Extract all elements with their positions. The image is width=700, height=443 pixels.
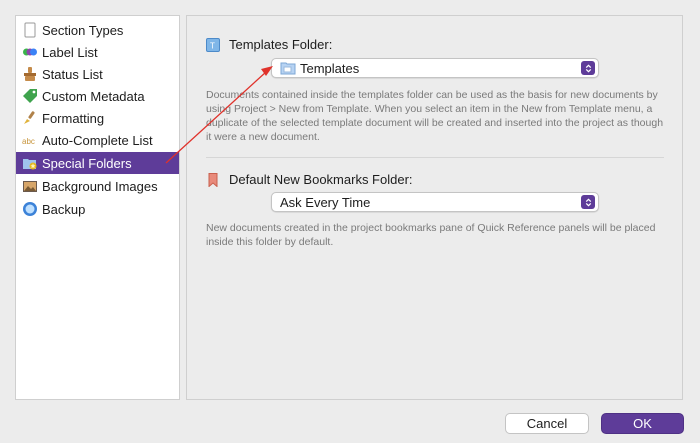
sidebar-item-custom-metadata[interactable]: Custom Metadata [16, 85, 179, 107]
background-images-icon [22, 178, 38, 194]
sidebar-item-auto-complete-list[interactable]: abc Auto-Complete List [16, 129, 179, 151]
sidebar-item-formatting[interactable]: Formatting [16, 107, 179, 129]
bookmarks-folder-description: New documents created in the project boo… [206, 222, 656, 248]
special-folders-icon [22, 155, 38, 171]
cancel-button[interactable]: Cancel [505, 413, 589, 434]
bookmarks-folder-value: Ask Every Time [280, 194, 371, 210]
sidebar-item-label: Label List [42, 44, 98, 60]
svg-text:abc: abc [22, 137, 35, 146]
sidebar-item-label: Formatting [42, 110, 105, 126]
chevron-updown-icon [581, 195, 595, 209]
bookmark-icon [206, 172, 220, 188]
sidebar-item-label: Backup [42, 201, 86, 217]
bookmarks-folder-header: Default New Bookmarks Folder: [206, 172, 413, 188]
label-list-icon [22, 44, 38, 60]
sidebar-item-backup[interactable]: Backup [16, 198, 179, 220]
backup-icon [22, 201, 38, 217]
svg-text:T: T [210, 41, 215, 50]
sidebar: Section Types Label List Status List Cus… [15, 15, 180, 400]
status-list-icon [22, 66, 38, 82]
ok-button[interactable]: OK [601, 413, 684, 434]
sidebar-item-label: Section Types [42, 22, 124, 38]
abc-icon: abc [22, 132, 38, 148]
section-divider [206, 157, 664, 158]
custom-metadata-icon [22, 88, 38, 104]
sidebar-item-section-types[interactable]: Section Types [16, 19, 179, 41]
special-folders-panel: T Templates Folder: Templates Documents … [186, 15, 683, 400]
bookmarks-folder-label: Default New Bookmarks Folder: [229, 172, 413, 187]
bookmarks-folder-popup[interactable]: Ask Every Time [271, 192, 599, 212]
sidebar-item-label: Auto-Complete List [42, 132, 153, 148]
sidebar-item-label: Background Images [42, 178, 158, 194]
templates-folder-popup[interactable]: Templates [271, 58, 599, 78]
sidebar-item-background-images[interactable]: Background Images [16, 175, 179, 197]
templates-folder-description: Documents contained inside the templates… [206, 89, 664, 143]
sidebar-item-label: Status List [42, 66, 103, 82]
sidebar-item-label-list[interactable]: Label List [16, 41, 179, 63]
sidebar-item-status-list[interactable]: Status List [16, 63, 179, 85]
chevron-updown-icon [581, 61, 595, 75]
templates-folder-value: Templates [300, 60, 360, 76]
sidebar-item-special-folders[interactable]: Special Folders [16, 152, 179, 174]
formatting-brush-icon [22, 110, 38, 126]
folder-icon [280, 61, 296, 75]
sidebar-item-label: Custom Metadata [42, 88, 145, 104]
template-icon: T [206, 37, 220, 52]
section-types-icon [22, 22, 38, 38]
templates-folder-header: T Templates Folder: [206, 37, 332, 52]
templates-folder-label: Templates Folder: [229, 37, 333, 52]
sidebar-item-label: Special Folders [42, 155, 132, 171]
